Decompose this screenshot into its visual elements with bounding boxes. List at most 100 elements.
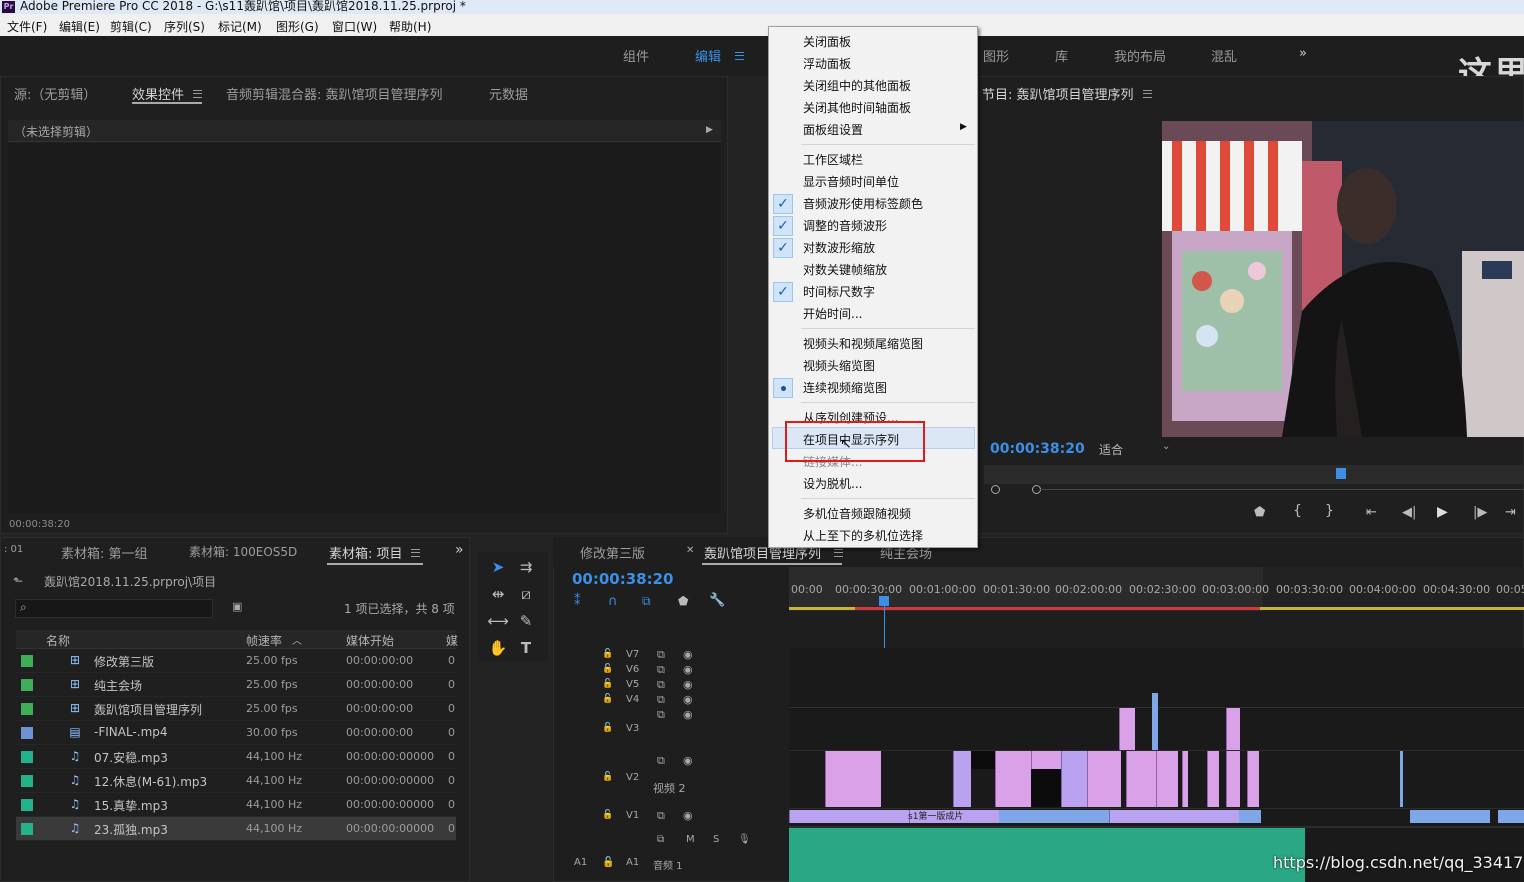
panel-overflow-icon[interactable]: » [455, 542, 464, 558]
effect-controls-menu-icon[interactable] [193, 90, 202, 98]
video-clip[interactable] [1239, 810, 1261, 823]
context-menu-item[interactable]: 连续视频缩览图 [803, 379, 887, 396]
label-color-swatch[interactable] [21, 655, 33, 667]
pen-tool-icon[interactable]: ✎ [515, 610, 537, 632]
label-color-swatch[interactable] [21, 703, 33, 715]
solo-track-button[interactable]: S [713, 834, 719, 845]
menu-help[interactable]: 帮助(H) [389, 18, 431, 35]
program-scrubber[interactable] [984, 465, 1524, 484]
track-lock-icon[interactable]: 🔓 [602, 810, 613, 820]
audio-clip[interactable] [991, 828, 1305, 882]
timeline-timecode[interactable]: 00:00:38:20 [572, 570, 674, 588]
ripple-edit-tool-icon[interactable]: ⇹ [487, 583, 509, 605]
label-color-swatch[interactable] [21, 823, 33, 835]
context-menu-item[interactable]: 对数波形缩放 [803, 239, 875, 256]
project-menu-icon[interactable] [411, 549, 420, 557]
context-menu-item[interactable]: 从上至下的多机位选择 [803, 527, 923, 544]
snap-icon[interactable]: ∩ [608, 594, 618, 609]
track-lock-icon[interactable]: 🔓 [602, 679, 613, 689]
track-label-v7[interactable]: V7 [626, 649, 639, 660]
label-color-swatch[interactable] [21, 727, 33, 739]
project-item-row[interactable]: ♫ 15.真挚.mp3 44,100 Hz 00:00:00:00000 0 [16, 793, 456, 817]
sort-ascending-icon[interactable]: ︿ [292, 632, 302, 647]
column-media-start[interactable]: 媒体开始 [346, 632, 394, 649]
go-to-in-icon[interactable]: ⇤ [1366, 505, 1377, 520]
sync-lock-icon[interactable]: ⧉ [657, 648, 665, 662]
track-lock-icon[interactable]: 🔓 [602, 723, 613, 733]
workspace-overflow-icon[interactable]: » [1299, 46, 1307, 61]
track-visibility-eye-icon[interactable]: ◉ [683, 678, 693, 691]
video-clip[interactable] [1119, 708, 1135, 750]
sync-lock-icon[interactable]: ⧉ [657, 809, 665, 823]
linked-selection-icon[interactable]: ⧉ [642, 594, 651, 609]
add-marker-timeline-icon[interactable]: ⬟ [678, 594, 688, 608]
workspace-tab-assembly[interactable]: 组件 [623, 46, 649, 65]
context-menu-item[interactable]: 开始时间... [803, 305, 862, 322]
tab-bin-100eos5d[interactable]: 素材箱: 100EOS5D [189, 543, 297, 560]
context-menu-item[interactable]: 音频波形使用标签颜色 [803, 195, 923, 212]
workspace-tab-libraries[interactable]: 库 [1055, 46, 1068, 65]
project-item-row[interactable]: ♫ 07.安稳.mp3 44,100 Hz 00:00:00:00000 0 [16, 745, 456, 769]
project-search-input[interactable] [15, 599, 213, 618]
program-monitor-title[interactable]: 节目: 轰趴馆项目管理序列 [982, 84, 1134, 103]
label-color-swatch[interactable] [21, 751, 33, 763]
workspace-menu-icon[interactable] [735, 52, 744, 60]
menu-edit[interactable]: 编辑(E) [59, 18, 100, 35]
audio-clip[interactable] [789, 828, 991, 882]
track-label-v6[interactable]: V6 [626, 664, 639, 675]
slip-tool-icon[interactable]: ⟷ [487, 610, 509, 632]
workspace-tab-my-layout[interactable]: 我的布局 [1114, 46, 1166, 65]
mute-track-button[interactable]: M [686, 834, 695, 845]
column-media-end[interactable]: 媒 [446, 632, 458, 649]
video-clip[interactable] [1226, 708, 1240, 750]
sync-lock-icon[interactable]: ⧉ [657, 663, 665, 677]
close-tab-icon[interactable]: ✕ [686, 545, 694, 556]
column-frame-rate[interactable]: 帧速率 [246, 632, 282, 649]
context-menu-item[interactable]: 时间标尺数字 [803, 283, 875, 300]
label-color-swatch[interactable] [21, 679, 33, 691]
context-menu-item[interactable]: 面板组设置 [803, 121, 863, 138]
context-menu-item[interactable]: 多机位音频跟随视频 [803, 505, 911, 522]
context-menu-item[interactable]: 设为脱机... [803, 475, 862, 492]
column-name[interactable]: 名称 [46, 632, 70, 649]
context-menu-item[interactable]: 关闭组中的其他面板 [803, 77, 911, 94]
context-menu-item[interactable]: 调整的音频波形 [803, 217, 887, 234]
context-menu-item[interactable]: 显示音频时间单位 [803, 173, 899, 190]
menu-file[interactable]: 文件(F) [7, 18, 47, 35]
timeline-tab-revision3[interactable]: 修改第三版 [580, 543, 645, 562]
tab-bin-project[interactable]: 素材箱: 项目 [329, 543, 403, 562]
sync-lock-icon[interactable]: ⧉ [657, 754, 665, 768]
program-playhead[interactable] [1336, 468, 1346, 479]
audio-source-patch[interactable]: A1 [574, 857, 587, 868]
video-clip[interactable] [1156, 751, 1178, 807]
track-visibility-eye-icon[interactable]: ◉ [683, 663, 693, 676]
selection-tool-icon[interactable]: ➤ [487, 556, 509, 578]
video-clip[interactable] [1031, 751, 1061, 769]
razor-tool-icon[interactable]: ⧄ [515, 583, 537, 605]
program-timecode[interactable]: 00:00:38:20 [990, 441, 1085, 457]
step-forward-icon[interactable]: |▶ [1473, 505, 1487, 520]
track-label-v5[interactable]: V5 [626, 679, 639, 690]
video-clip[interactable] [1247, 751, 1259, 807]
hand-tool-icon[interactable]: ✋ [487, 637, 509, 659]
video-clip[interactable] [1498, 810, 1524, 823]
track-lock-icon[interactable]: 🔓 [602, 694, 613, 704]
audio-sync-lock-icon[interactable]: ⧉ [657, 834, 664, 845]
track-label-v3[interactable]: V3 [626, 723, 639, 734]
video-clip[interactable] [1087, 751, 1121, 807]
workspace-tab-graphics[interactable]: 图形 [983, 46, 1009, 65]
video-clip[interactable] [1226, 751, 1240, 807]
context-menu-item[interactable]: 对数关键帧缩放 [803, 261, 887, 278]
tab-audio-clip-mixer[interactable]: 音频剪辑混合器: 轰趴馆项目管理序列 [226, 84, 443, 103]
video-clip[interactable] [1182, 751, 1188, 807]
track-select-tool-icon[interactable]: ⇉ [515, 556, 537, 578]
step-back-icon[interactable]: ◀| [1402, 505, 1416, 520]
folder-up-icon[interactable]: ⬑ [13, 574, 23, 588]
sync-lock-icon[interactable]: ⧉ [657, 678, 665, 692]
track-lock-icon[interactable]: 🔓 [602, 772, 613, 782]
tab-bin-group1[interactable]: 素材箱: 第一组 [61, 543, 148, 562]
video-clip[interactable] [1126, 751, 1156, 807]
mark-in-icon[interactable]: { [1293, 503, 1302, 519]
sync-lock-icon[interactable]: ⧉ [657, 708, 665, 722]
audio-track-label-a1[interactable]: A1 [626, 857, 639, 868]
